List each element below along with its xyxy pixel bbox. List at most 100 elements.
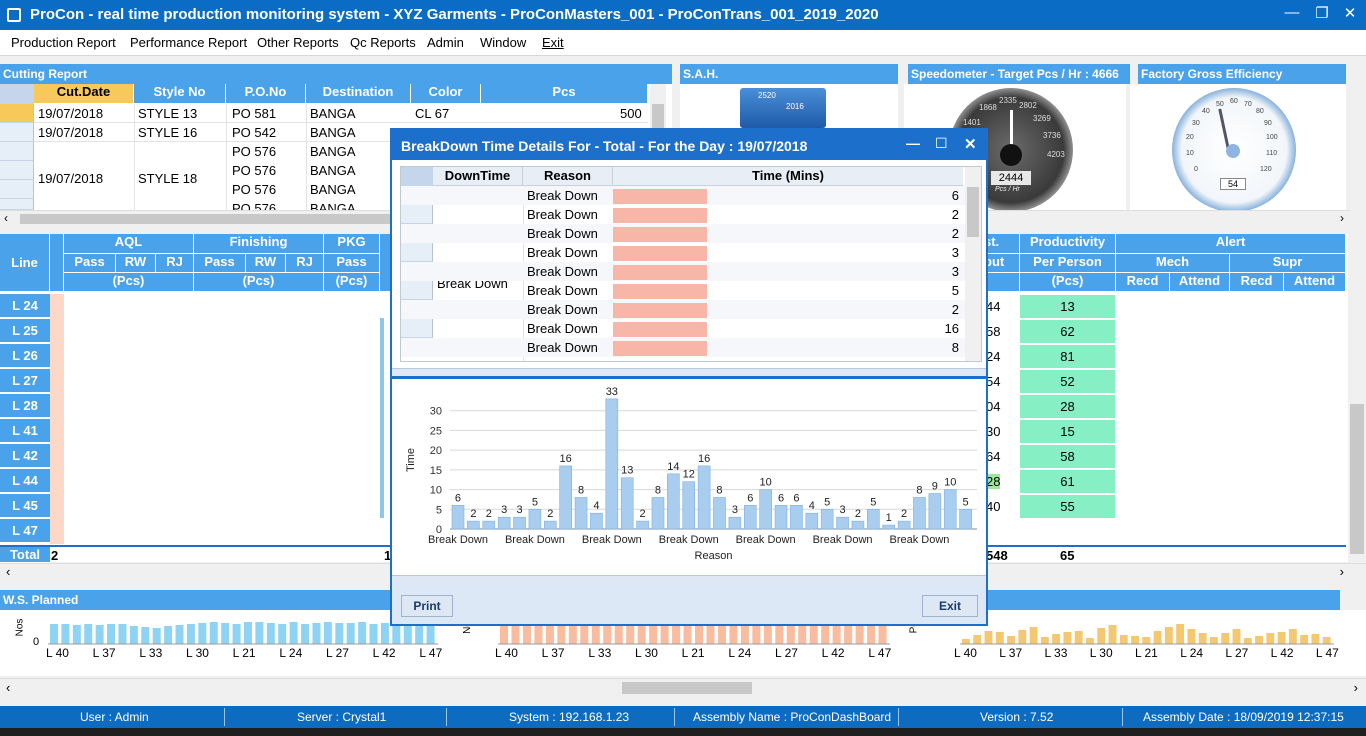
ws-xtick-label: L 27	[775, 646, 798, 660]
menu-other-reports[interactable]: Other Reports	[257, 35, 339, 50]
col-alert[interactable]: Alert	[1116, 234, 1346, 254]
top-vscroll[interactable]	[1348, 64, 1366, 210]
col-per-person[interactable]: Per Person	[1020, 254, 1116, 273]
taskbar	[0, 728, 1366, 736]
col-mech[interactable]: Mech	[1116, 254, 1230, 273]
menu-production-report[interactable]: Production Report	[11, 35, 116, 50]
line-row-header[interactable]: L 47	[0, 519, 50, 543]
breakdown-vscroll[interactable]	[965, 167, 981, 361]
eff-tick: 90	[1264, 120, 1272, 127]
scroll-thumb[interactable]	[967, 187, 979, 237]
line-row-header[interactable]: L 45	[0, 494, 50, 518]
col-line[interactable]: Line	[0, 234, 50, 292]
menu-performance-report[interactable]: Performance Report	[130, 35, 247, 50]
bottom-hscroll[interactable]: ‹ ›	[0, 678, 1366, 696]
line-row-header[interactable]: L 27	[0, 369, 50, 393]
row-header[interactable]	[0, 180, 34, 199]
col-supr-recd[interactable]: Recd	[1230, 273, 1284, 292]
line-vscroll[interactable]	[1348, 234, 1366, 562]
eff-tick: 100	[1266, 134, 1278, 141]
col-reason[interactable]: Reason	[523, 167, 613, 186]
col-aql[interactable]: AQL	[64, 234, 194, 254]
ws-bar	[1040, 637, 1049, 644]
line-row-header[interactable]: L 41	[0, 419, 50, 443]
table-row[interactable]: Break Down 16	[401, 319, 981, 338]
productivity-cell: 28	[1020, 395, 1115, 418]
splitter[interactable]	[392, 368, 986, 376]
bar-value-label: 5	[824, 496, 830, 508]
restore-icon[interactable]: ❐	[1310, 4, 1334, 22]
line-row-header[interactable]: L 26	[0, 344, 50, 368]
scroll-thumb[interactable]	[622, 682, 752, 694]
cell-po: PO 581	[232, 106, 277, 121]
col-po-no[interactable]: P.O.No	[226, 84, 306, 104]
eff-tick: 80	[1256, 108, 1264, 115]
ws-bar	[1074, 631, 1083, 644]
col-downtime[interactable]: DownTime	[433, 167, 523, 186]
col-pcs[interactable]: Pcs	[481, 84, 648, 104]
menu-admin[interactable]: Admin	[427, 35, 464, 50]
row-header[interactable]	[0, 123, 34, 142]
col-destination[interactable]: Destination	[306, 84, 411, 104]
line-row-header[interactable]: L 25	[0, 319, 50, 343]
col-output-sub[interactable]: put	[984, 254, 1020, 273]
exit-button[interactable]: Exit	[922, 595, 978, 617]
col-time-mins[interactable]: Time (Mins)	[613, 167, 963, 186]
eff-value: 54	[1220, 178, 1246, 190]
line-row-header[interactable]: L 24	[0, 294, 50, 318]
table-row[interactable]: 19/07/2018 STYLE 13 PO 581 BANGA CL 67 5…	[34, 104, 648, 123]
col-mech-attend[interactable]: Attend	[1170, 273, 1230, 292]
table-row[interactable]: Break Down 2	[401, 205, 981, 224]
table-row[interactable]: Break Down 2	[401, 300, 981, 319]
col-mech-recd[interactable]: Recd	[1116, 273, 1170, 292]
row-header[interactable]	[0, 199, 34, 210]
col-pkg[interactable]: PKG	[324, 234, 380, 254]
row-header[interactable]	[0, 161, 34, 180]
dialog-minimize-icon[interactable]: —	[906, 135, 920, 151]
table-row[interactable]: Break Down 8	[401, 338, 981, 357]
col-fin-rj[interactable]: RJ	[286, 254, 324, 273]
col-aql-rj[interactable]: RJ	[156, 254, 194, 273]
row-header[interactable]	[0, 104, 34, 123]
line-row-header[interactable]: L 42	[0, 444, 50, 468]
close-icon[interactable]: ✕	[1338, 4, 1362, 22]
chart-bar	[559, 465, 572, 530]
minimize-icon[interactable]: —	[1280, 4, 1304, 21]
ws-bar	[369, 624, 378, 644]
col-style-no[interactable]: Style No	[134, 84, 226, 104]
table-row[interactable]: Break Down 6	[401, 186, 981, 205]
col-aql-pass[interactable]: Pass	[64, 254, 116, 273]
table-row[interactable]: Break Down 3	[401, 243, 981, 262]
cell-date: 19/07/2018	[38, 106, 104, 121]
col-pkg-pass[interactable]: Pass	[324, 254, 380, 273]
col-fin-pass[interactable]: Pass	[194, 254, 246, 273]
print-button[interactable]: Print	[401, 595, 453, 617]
col-fin-rw[interactable]: RW	[246, 254, 286, 273]
line-row-header[interactable]: L 44	[0, 469, 50, 493]
col-finishing[interactable]: Finishing	[194, 234, 324, 254]
col-supr-attend[interactable]: Attend	[1284, 273, 1346, 292]
col-supr[interactable]: Supr	[1230, 254, 1346, 273]
dialog-maximize-icon[interactable]: ☐	[935, 135, 948, 152]
table-row[interactable]: Break Down 3	[401, 262, 981, 281]
ws-bar	[301, 624, 310, 644]
col-cut-date[interactable]: Cut.Date	[34, 84, 134, 104]
table-row[interactable]: Break Down 2	[401, 224, 981, 243]
col-partial[interactable]	[50, 234, 64, 292]
scroll-thumb[interactable]	[1350, 404, 1364, 554]
col-color[interactable]: Color	[411, 84, 481, 104]
row-header[interactable]	[0, 142, 34, 161]
table-row[interactable]: Break Down 5	[401, 281, 981, 300]
menu-window[interactable]: Window	[480, 35, 526, 50]
line-row-header[interactable]: L 28	[0, 394, 50, 418]
col-aql-rw[interactable]: RW	[116, 254, 156, 273]
col-output[interactable]: st.	[984, 234, 1020, 254]
menu-exit[interactable]: Exit	[542, 35, 564, 50]
menu-qc-reports[interactable]: Qc Reports	[350, 35, 416, 50]
cell-style: STYLE 16	[138, 125, 198, 140]
splitter[interactable]	[392, 575, 986, 583]
eff-hub	[1226, 144, 1240, 158]
dialog-close-icon[interactable]: ✕	[964, 135, 977, 153]
col-productivity[interactable]: Productivity	[1020, 234, 1116, 254]
ws-bar	[1153, 631, 1162, 644]
